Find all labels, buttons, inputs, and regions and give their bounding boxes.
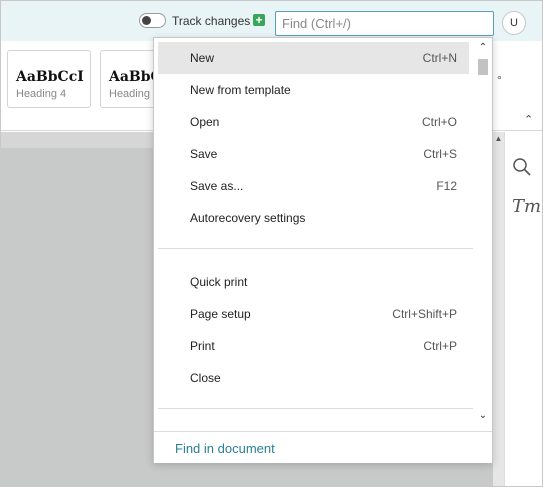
menu-item-shortcut: Ctrl+O [421,115,457,129]
style-sample: AaBbCcI [16,69,84,85]
menu-item-close[interactable]: Close [158,362,469,394]
menu-item-shortcut: Ctrl+P [423,339,457,353]
menu-divider [158,408,473,409]
right-tool-rail [504,132,542,486]
menu-item-shortcut: Ctrl+S [423,147,457,161]
chevron-up-icon[interactable]: ⌃ [476,42,490,53]
search-icon[interactable] [512,157,532,180]
menu-item-label: Autorecovery settings [190,211,306,225]
file-menu-list: New Ctrl+N New from template Open Ctrl+O… [154,38,474,428]
menu-item-shortcut: Ctrl+Shift+P [392,307,457,321]
menu-scrollbar[interactable]: ⌃ ⌄ [476,40,490,425]
style-name: Heading [109,88,150,100]
top-bar: Track changes + U [1,1,542,41]
scroll-up-icon[interactable]: ▲ [493,134,504,144]
find-input[interactable] [275,11,494,36]
menu-item-label: New [190,51,215,65]
toggle-knob [142,16,151,25]
track-changes-toggle[interactable] [139,13,166,28]
menu-item-label: Page setup [190,307,251,321]
menu-item-quick-print[interactable]: Quick print [158,266,469,298]
add-icon[interactable]: + [253,14,265,26]
menu-item-new[interactable]: New Ctrl+N [158,42,469,74]
user-avatar[interactable]: U [502,11,526,35]
file-menu: New Ctrl+N New from template Open Ctrl+O… [153,37,493,463]
more-styles-icon[interactable]: ° [497,73,502,87]
menu-item-label: Save [190,147,218,161]
chevron-down-icon[interactable]: ⌄ [476,410,490,421]
app-window: Track changes + U AaBbCcI Heading 4 AaBb… [0,0,543,487]
menu-item-new-from-template[interactable]: New from template [158,74,469,106]
menu-item-open[interactable]: Open Ctrl+O [158,106,469,138]
menu-divider [158,248,473,249]
menu-item-label: Save as... [190,179,244,193]
style-tile-heading-4[interactable]: AaBbCcI Heading 4 [7,50,91,108]
menu-item-label: Quick print [190,275,248,289]
style-name: Heading 4 [16,88,67,100]
document-scrollbar[interactable] [493,132,504,486]
menu-item-shortcut: F12 [436,179,457,193]
menu-footer: Find in document [154,431,492,463]
menu-item-label: Close [190,371,221,385]
track-changes-label: Track changes [172,14,251,28]
menu-item-save[interactable]: Save Ctrl+S [158,138,469,170]
menu-item-label: New from template [190,83,291,97]
text-format-icon[interactable]: Tт [512,196,541,217]
menu-item-autorecovery-settings[interactable]: Autorecovery settings [158,202,469,234]
menu-item-print[interactable]: Print Ctrl+P [158,330,469,362]
menu-item-save-as[interactable]: Save as... F12 [158,170,469,202]
document-ruler-strip [1,132,161,148]
menu-item-page-setup[interactable]: Page setup Ctrl+Shift+P [158,298,469,330]
menu-item-shortcut: Ctrl+N [422,51,457,65]
menu-scroll-thumb[interactable] [478,59,488,75]
menu-item-label: Print [190,339,215,353]
chevron-up-icon[interactable]: ⌃ [524,113,533,126]
menu-item-label: Open [190,115,220,129]
find-in-document-link[interactable]: Find in document [175,441,275,456]
